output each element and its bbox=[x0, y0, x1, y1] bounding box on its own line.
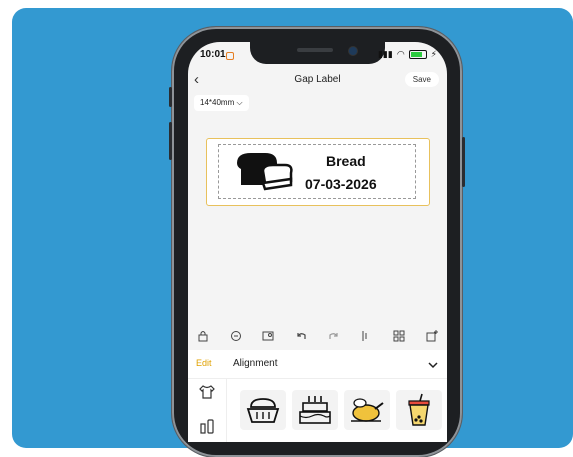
image-edit-icon[interactable] bbox=[259, 327, 277, 345]
clothing-icon[interactable] bbox=[199, 384, 215, 405]
navbar: ‹ Gap Label Save bbox=[188, 70, 447, 92]
chevron-down-icon: ⌵ bbox=[236, 98, 243, 107]
label-size-value: 14*40mm bbox=[200, 98, 235, 107]
redo-icon[interactable] bbox=[325, 327, 343, 345]
editor-toolbar bbox=[188, 324, 447, 348]
birthday-cake-icon[interactable] bbox=[292, 390, 338, 430]
bubble-tea-icon[interactable] bbox=[396, 390, 442, 430]
label-size-select[interactable]: 14*40mm ⌵ bbox=[194, 95, 249, 111]
notification-icon bbox=[226, 52, 234, 60]
charging-icon: ⚡ bbox=[430, 49, 437, 59]
notch bbox=[250, 42, 385, 64]
panel-tabs: Edit Alignment bbox=[188, 350, 447, 379]
bread-basket-icon[interactable] bbox=[240, 390, 286, 430]
wifi-icon: ◠ bbox=[396, 49, 405, 59]
edit-panel: Edit Alignment bbox=[188, 350, 447, 442]
label-date[interactable]: 07-03-2026 bbox=[305, 176, 377, 192]
tab-alignment[interactable]: Alignment bbox=[233, 358, 277, 369]
status-indicators: ▮▮▮ ◠ ⚡ bbox=[378, 49, 437, 60]
lock-icon[interactable] bbox=[194, 327, 212, 345]
bread-icon bbox=[237, 153, 293, 191]
grid-icon[interactable] bbox=[390, 327, 408, 345]
save-button[interactable]: Save bbox=[404, 72, 439, 87]
label-print-area[interactable]: Bread 07-03-2026 bbox=[218, 144, 416, 199]
add-frame-icon[interactable] bbox=[423, 327, 441, 345]
format-icon[interactable] bbox=[227, 327, 245, 345]
tab-edit[interactable]: Edit bbox=[196, 358, 212, 368]
chevron-down-icon[interactable] bbox=[427, 357, 439, 375]
label-canvas[interactable]: Bread 07-03-2026 bbox=[206, 138, 430, 206]
undo-icon[interactable] bbox=[292, 327, 310, 345]
label-product-name[interactable]: Bread bbox=[326, 153, 366, 169]
roast-chicken-icon[interactable] bbox=[344, 390, 390, 430]
category-column bbox=[188, 378, 227, 442]
battery-icon bbox=[408, 50, 427, 59]
status-time: 10:01 bbox=[200, 49, 226, 60]
align-icon[interactable] bbox=[358, 327, 376, 345]
signal-icon: ▮▮▮ bbox=[377, 49, 393, 59]
phone-screen: 10:01 ▮▮▮ ◠ ⚡ ‹ Gap Label Save 14*40mm ⌵… bbox=[188, 42, 447, 442]
cosmetics-icon[interactable] bbox=[199, 418, 215, 439]
